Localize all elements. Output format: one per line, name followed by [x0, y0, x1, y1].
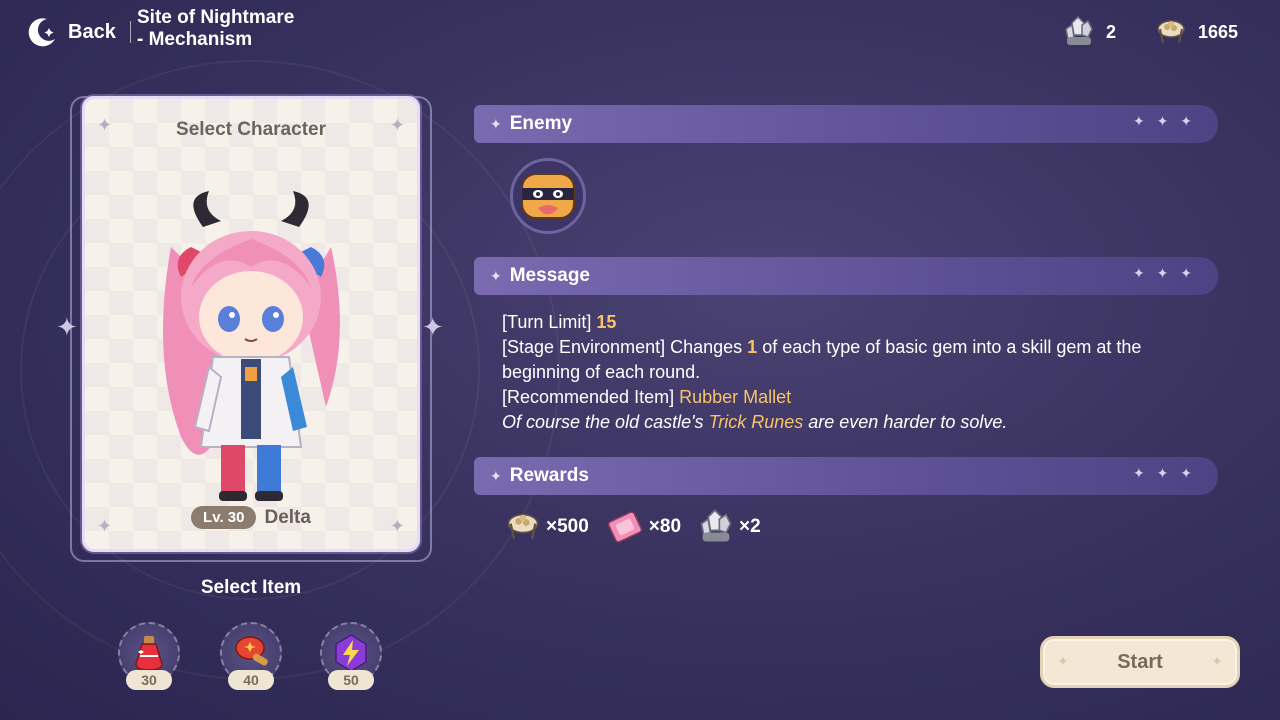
item-slot-lightning[interactable]: 50 [320, 622, 382, 694]
item-cost: 30 [126, 670, 172, 690]
potion-icon [135, 636, 163, 671]
reward-qty: ×2 [739, 516, 761, 537]
crystal-count: 2 [1106, 21, 1117, 42]
sparkle-deco-icon: ✦ ✦ ✦ [1133, 465, 1196, 481]
lightning-gem-icon [335, 634, 367, 672]
item-slot-potion[interactable]: 30 [118, 622, 180, 694]
enemy-header-label: Enemy [509, 113, 573, 134]
reward-qty: ×500 [546, 516, 589, 537]
coin-tray-icon [507, 513, 539, 540]
character-info: Lv. 30 Delta [85, 506, 417, 529]
item-cost: 50 [328, 670, 374, 690]
env-value: 1 [747, 337, 758, 357]
item-slot-hammer[interactable]: 40 [220, 622, 282, 694]
start-button[interactable]: ✦ Start ✦ [1040, 636, 1240, 688]
stage-title: Site of Nightmare - Mechanism [137, 7, 294, 51]
character-name: Delta [264, 506, 311, 528]
turn-limit-line: [Turn Limit] 15 [502, 310, 1222, 335]
crystal-icon [700, 509, 732, 542]
diamond-ornament-icon: ✦ [422, 312, 444, 342]
turn-limit-value: 15 [596, 312, 617, 332]
select-character-title: Select Character [176, 119, 326, 140]
reward-ticket[interactable]: ×80 [605, 508, 681, 546]
recommended-item-line: [Recommended Item] Rubber Mallet [502, 385, 1222, 410]
crystal-icon [1065, 15, 1093, 45]
stage-title-line2: - Mechanism [137, 29, 253, 50]
env-label: [Stage Environment] Changes [502, 337, 743, 357]
rewards-list: ×500 ×80 ×2 [504, 508, 761, 546]
coin-currency: 1665 [1154, 12, 1238, 52]
sparkle-icon: ✦ [1211, 653, 1223, 669]
message-body: [Turn Limit] 15 [Stage Environment] Chan… [502, 310, 1222, 435]
sparkle-deco-icon: ✦ ✦ ✦ [1133, 113, 1196, 129]
character-card[interactable]: ✦ ✦ ✦ ✦ Select Character Lv. 30 Delta [82, 96, 420, 552]
enemy-portrait[interactable] [510, 158, 586, 234]
reward-qty: ×80 [648, 516, 682, 537]
turn-limit-label: [Turn Limit] [502, 312, 592, 332]
reward-coins[interactable]: ×500 [504, 508, 589, 546]
sparkle-icon: ✦ [490, 467, 502, 484]
sparkle-icon: ✦ [490, 267, 502, 284]
flavor-post: are even harder to solve. [808, 412, 1008, 432]
start-label: Start [1117, 650, 1163, 673]
sparkle-deco-icon: ✦ ✦ ✦ [1133, 265, 1196, 281]
rewards-header-label: Rewards [509, 465, 589, 486]
coin-count: 1665 [1198, 21, 1239, 42]
message-header-label: Message [509, 265, 591, 286]
stage-title-line1: Site of Nightmare [137, 7, 295, 28]
character-portrait [163, 191, 340, 501]
enemy-header: ✦ Enemy ✦ ✦ ✦ [474, 105, 1218, 143]
crescent-back-icon [24, 14, 60, 50]
item-cost: 40 [228, 670, 274, 690]
flavor-highlight: Trick Runes [708, 412, 804, 432]
message-header: ✦ Message ✦ ✦ ✦ [474, 257, 1218, 295]
rec-value: Rubber Mallet [679, 387, 792, 407]
divider [129, 21, 131, 43]
back-label: Back [68, 20, 116, 43]
hammer-icon [235, 636, 268, 666]
box-mimic-icon [521, 173, 575, 219]
rewards-header: ✦ Rewards ✦ ✦ ✦ [474, 457, 1218, 495]
sparkle-icon: ✦ [1057, 653, 1069, 669]
flavor-pre: Of course the old castle's [502, 412, 704, 432]
reward-crystal[interactable]: ×2 [697, 508, 761, 546]
rec-label: [Recommended Item] [502, 387, 675, 407]
flavor-text: Of course the old castle's Trick Runes a… [502, 410, 1222, 435]
stage-environment-line: [Stage Environment] Changes 1 of each ty… [502, 335, 1222, 385]
sparkle-icon: ✦ [490, 115, 502, 132]
ticket-icon [607, 511, 642, 543]
coin-tray-icon [1157, 20, 1185, 44]
crystal-currency: 2 [1062, 12, 1116, 52]
select-item-title: Select Item [200, 577, 302, 598]
diamond-ornament-icon: ✦ [56, 312, 78, 342]
back-button[interactable]: Back [24, 12, 137, 52]
level-badge: Lv. 30 [191, 506, 257, 529]
